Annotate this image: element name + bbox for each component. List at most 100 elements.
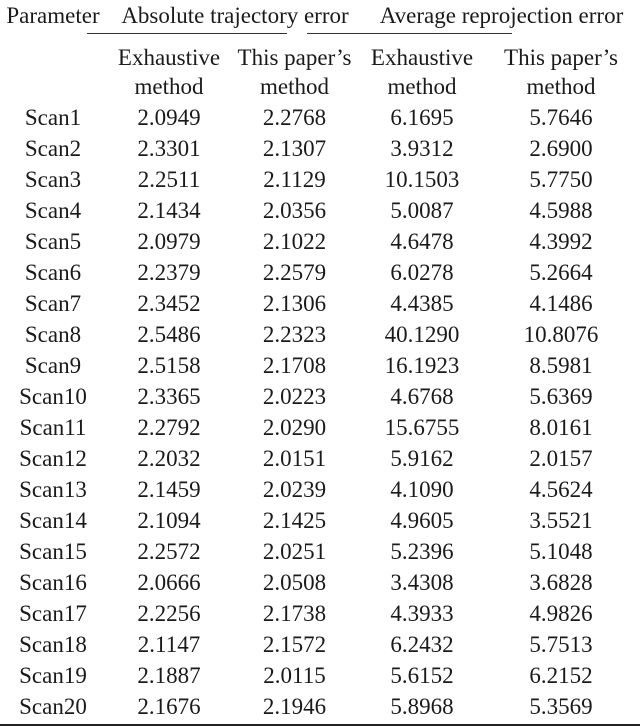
ate-exhaustive-value: 2.1887 bbox=[137, 663, 201, 688]
table-row: Scan4 2.1434 2.0356 5.0087 4.5988 bbox=[0, 195, 640, 226]
ate-exhaustive-value: 2.5158 bbox=[137, 353, 201, 378]
ate-proposed-value: 2.0115 bbox=[263, 663, 326, 688]
table-row: Scan9 2.5158 2.1708 16.1923 8.5981 bbox=[0, 350, 640, 381]
reproj-exhaustive-value: 4.9605 bbox=[390, 508, 454, 533]
table-row: Scan6 2.2379 2.2579 6.0278 5.2664 bbox=[0, 257, 640, 288]
scan-label: Scan4 bbox=[24, 198, 82, 223]
ate-proposed-value: 2.1572 bbox=[262, 632, 327, 657]
table-row: Scan2 2.3301 2.1307 3.9312 2.6900 bbox=[0, 133, 640, 164]
reproj-exhaustive-value: 4.6478 bbox=[390, 229, 454, 254]
reproj-exhaustive-value: 15.6755 bbox=[384, 415, 460, 440]
ate-exhaustive-value: 2.3452 bbox=[137, 291, 201, 316]
scan-label: Scan15 bbox=[19, 539, 87, 564]
reproj-exhaustive-value: 6.2432 bbox=[390, 632, 454, 657]
ate-proposed-value: 2.1946 bbox=[262, 694, 327, 719]
subheader-ate-exhaustive: Exhaustive method bbox=[107, 43, 231, 101]
table-row: Scan15 2.2572 2.0251 5.2396 5.1048 bbox=[0, 536, 640, 567]
reproj-proposed-value: 4.5988 bbox=[529, 198, 593, 223]
subheader-ate-proposed: This paper’s method bbox=[231, 43, 358, 101]
group-header-ate: Absolute trajectory error bbox=[121, 3, 349, 28]
bottom-rule bbox=[0, 724, 640, 726]
ate-exhaustive-value: 2.1434 bbox=[137, 198, 201, 223]
table-row: Scan18 2.1147 2.1572 6.2432 5.7513 bbox=[0, 629, 640, 660]
scan-label: Scan10 bbox=[19, 384, 87, 409]
scan-label: Scan8 bbox=[24, 322, 82, 347]
scan-label: Scan7 bbox=[24, 291, 82, 316]
ate-exhaustive-value: 2.1676 bbox=[137, 694, 201, 719]
scan-label: Scan16 bbox=[19, 570, 87, 595]
reproj-proposed-value: 5.1048 bbox=[529, 539, 593, 564]
reproj-proposed-value: 2.0157 bbox=[529, 446, 593, 471]
group-rule-reprojection bbox=[307, 33, 512, 34]
reproj-exhaustive-value: 4.4385 bbox=[390, 291, 454, 316]
reproj-exhaustive-value: 10.1503 bbox=[384, 167, 460, 192]
reproj-proposed-value: 4.1486 bbox=[529, 291, 593, 316]
ate-exhaustive-value: 2.3365 bbox=[137, 384, 201, 409]
ate-exhaustive-value: 2.2792 bbox=[137, 415, 201, 440]
reproj-exhaustive-value: 5.2396 bbox=[390, 539, 454, 564]
reproj-proposed-value: 10.8076 bbox=[523, 322, 599, 347]
table-row: Scan16 2.0666 2.0508 3.4308 3.6828 bbox=[0, 567, 640, 598]
reproj-proposed-value: 4.5624 bbox=[529, 477, 593, 502]
reproj-proposed-value: 4.9826 bbox=[529, 601, 593, 626]
ate-exhaustive-value: 2.2379 bbox=[137, 260, 201, 285]
reproj-exhaustive-value: 5.9162 bbox=[390, 446, 454, 471]
reproj-exhaustive-value: 4.1090 bbox=[390, 477, 454, 502]
ate-exhaustive-value: 2.0979 bbox=[137, 229, 201, 254]
reproj-proposed-value: 5.7513 bbox=[529, 632, 593, 657]
ate-proposed-value: 2.1425 bbox=[262, 508, 327, 533]
reproj-proposed-value: 5.6369 bbox=[529, 384, 593, 409]
subheader-reproj-exhaustive: Exhaustive method bbox=[360, 43, 484, 101]
ate-exhaustive-value: 2.2032 bbox=[137, 446, 201, 471]
group-rule-ate bbox=[87, 33, 287, 34]
ate-proposed-value: 2.1129 bbox=[263, 167, 326, 192]
scan-label: Scan18 bbox=[19, 632, 87, 657]
subcolumn-header-row: Exhaustive method This paper’s method Ex… bbox=[0, 43, 640, 103]
table-row: Scan8 2.5486 2.2323 40.1290 10.8076 bbox=[0, 319, 640, 350]
table-row: Scan3 2.2511 2.1129 10.1503 5.7750 bbox=[0, 164, 640, 195]
reproj-exhaustive-value: 4.3933 bbox=[390, 601, 454, 626]
reproj-proposed-value: 5.7750 bbox=[529, 167, 593, 192]
reproj-proposed-value: 5.2664 bbox=[529, 260, 593, 285]
scan-label: Scan1 bbox=[24, 105, 82, 130]
ate-exhaustive-value: 2.2572 bbox=[137, 539, 201, 564]
subheader-line: method bbox=[260, 74, 329, 99]
ate-exhaustive-value: 2.0666 bbox=[137, 570, 201, 595]
table-row: Scan7 2.3452 2.1306 4.4385 4.1486 bbox=[0, 288, 640, 319]
reproj-exhaustive-value: 3.9312 bbox=[390, 136, 454, 161]
table-row: Scan1 2.0949 2.2768 6.1695 5.7646 bbox=[0, 102, 640, 133]
reproj-proposed-value: 5.7646 bbox=[529, 105, 593, 130]
reproj-proposed-value: 6.2152 bbox=[529, 663, 593, 688]
ate-proposed-value: 2.0251 bbox=[262, 539, 327, 564]
ate-exhaustive-value: 2.5486 bbox=[137, 322, 201, 347]
scan-label: Scan5 bbox=[24, 229, 82, 254]
ate-proposed-value: 2.1022 bbox=[262, 229, 327, 254]
ate-exhaustive-value: 2.0949 bbox=[137, 105, 201, 130]
reproj-exhaustive-value: 6.1695 bbox=[390, 105, 454, 130]
scan-label: Scan11 bbox=[19, 415, 87, 440]
ate-exhaustive-value: 2.1147 bbox=[137, 632, 201, 657]
reproj-exhaustive-value: 16.1923 bbox=[384, 353, 460, 378]
reproj-proposed-value: 3.5521 bbox=[529, 508, 593, 533]
ate-proposed-value: 2.0290 bbox=[262, 415, 327, 440]
subheader-line: method bbox=[387, 74, 457, 99]
ate-proposed-value: 2.0239 bbox=[262, 477, 327, 502]
reproj-exhaustive-value: 40.1290 bbox=[384, 322, 460, 347]
ate-proposed-value: 2.2323 bbox=[262, 322, 327, 347]
ate-exhaustive-value: 2.1459 bbox=[137, 477, 201, 502]
reproj-exhaustive-value: 4.6768 bbox=[390, 384, 454, 409]
reproj-exhaustive-value: 6.0278 bbox=[390, 260, 454, 285]
subheader-line: method bbox=[134, 74, 204, 99]
table-row: Scan13 2.1459 2.0239 4.1090 4.5624 bbox=[0, 474, 640, 505]
subheader-line: Exhaustive bbox=[117, 45, 221, 70]
scan-label: Scan17 bbox=[19, 601, 87, 626]
reproj-exhaustive-value: 5.6152 bbox=[390, 663, 454, 688]
group-header-reprojection: Average reprojection error bbox=[379, 3, 624, 28]
scan-label: Scan6 bbox=[24, 260, 82, 285]
reproj-proposed-value: 5.3569 bbox=[529, 694, 593, 719]
table-row: Scan20 2.1676 2.1946 5.8968 5.3569 bbox=[0, 691, 640, 722]
table-row: Scan10 2.3365 2.0223 4.6768 5.6369 bbox=[0, 381, 640, 412]
scan-label: Scan12 bbox=[19, 446, 87, 471]
ate-proposed-value: 2.0508 bbox=[262, 570, 327, 595]
reproj-exhaustive-value: 5.8968 bbox=[390, 694, 454, 719]
